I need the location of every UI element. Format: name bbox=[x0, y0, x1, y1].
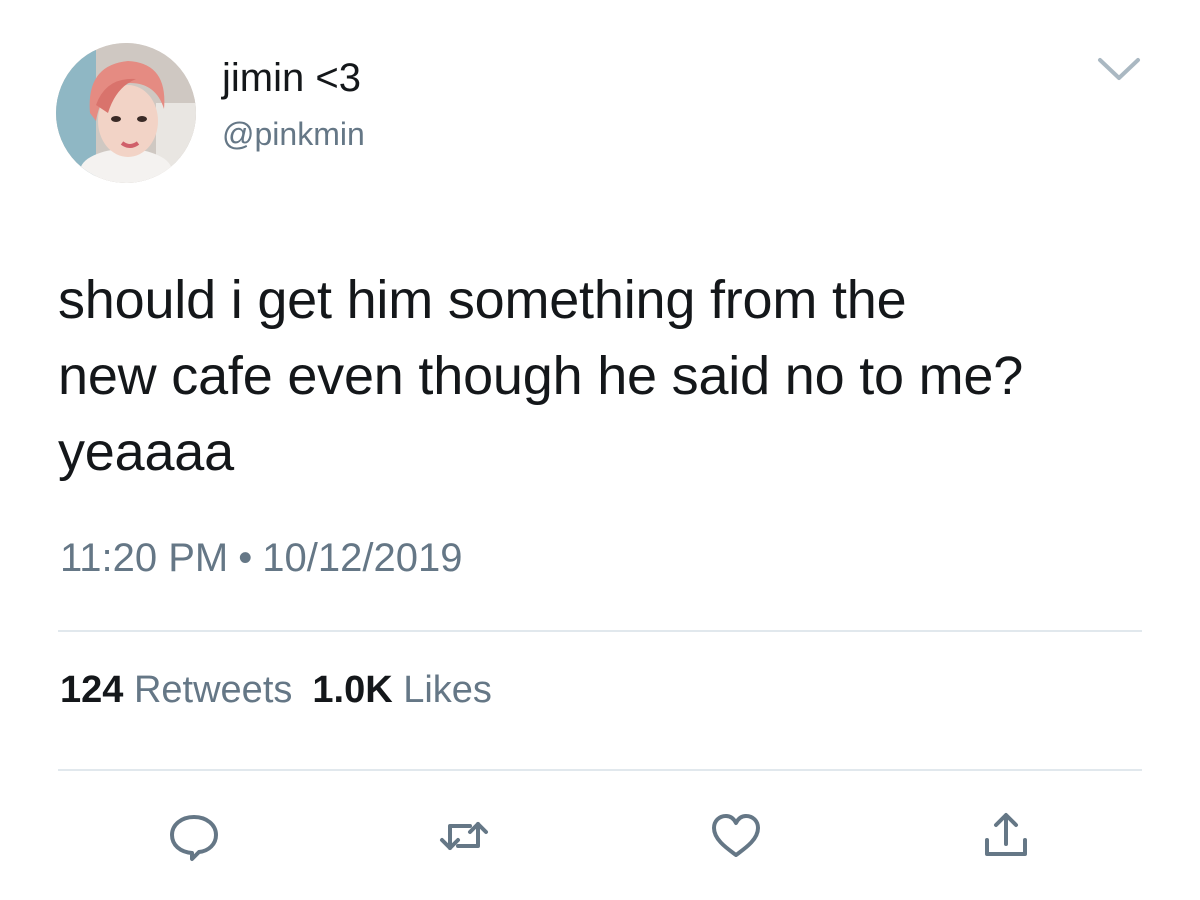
user-handle[interactable]: @pinkmin bbox=[222, 114, 365, 154]
tweet-timestamp: 11:20 PM • 10/12/2019 bbox=[60, 532, 462, 584]
likes-stat[interactable]: 1.0K Likes bbox=[312, 669, 492, 711]
retweets-count: 124 bbox=[60, 669, 124, 711]
divider bbox=[58, 630, 1142, 632]
tweet-text-line: new cafe even though he said no to me? bbox=[58, 346, 1024, 406]
retweet-button[interactable] bbox=[436, 808, 492, 864]
tweet-stats: 124 Retweets 1.0K Likes bbox=[60, 666, 492, 714]
likes-label: Likes bbox=[403, 669, 492, 711]
tweet-text-line: should i get him something from the bbox=[58, 270, 907, 330]
display-name[interactable]: jimin <3 bbox=[222, 54, 361, 102]
like-button[interactable] bbox=[708, 808, 764, 864]
chevron-down-icon[interactable] bbox=[1094, 52, 1144, 86]
retweets-label: Retweets bbox=[133, 669, 293, 711]
retweet-icon bbox=[440, 822, 488, 850]
reply-icon bbox=[170, 815, 218, 861]
tweet-text: should i get him something from the new … bbox=[58, 262, 1158, 490]
heart-icon bbox=[712, 814, 760, 857]
reply-button[interactable] bbox=[166, 808, 222, 864]
avatar[interactable] bbox=[56, 43, 196, 183]
tweet-date: 10/12/2019 bbox=[262, 536, 463, 580]
likes-count: 1.0K bbox=[312, 669, 393, 711]
tweet-time: 11:20 PM bbox=[60, 536, 229, 580]
separator-dot: • bbox=[238, 536, 253, 580]
divider bbox=[58, 769, 1142, 771]
share-button[interactable] bbox=[978, 808, 1034, 864]
profile-photo-icon bbox=[56, 43, 196, 183]
retweets-stat[interactable]: 124 Retweets bbox=[60, 669, 292, 711]
share-icon bbox=[985, 813, 1027, 856]
tweet-text-line: yeaaaa bbox=[58, 422, 234, 482]
